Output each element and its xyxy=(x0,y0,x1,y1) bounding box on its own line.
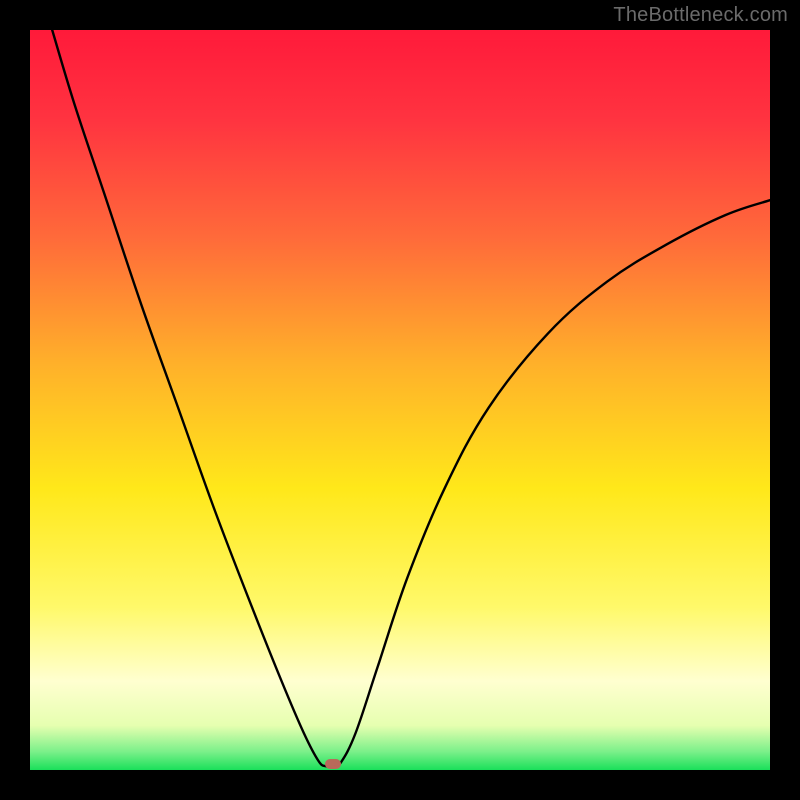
bottleneck-curve xyxy=(30,30,770,770)
optimum-marker xyxy=(325,759,341,769)
watermark-text: TheBottleneck.com xyxy=(613,4,788,27)
plot-area xyxy=(30,30,770,770)
chart-frame: TheBottleneck.com xyxy=(0,0,800,800)
